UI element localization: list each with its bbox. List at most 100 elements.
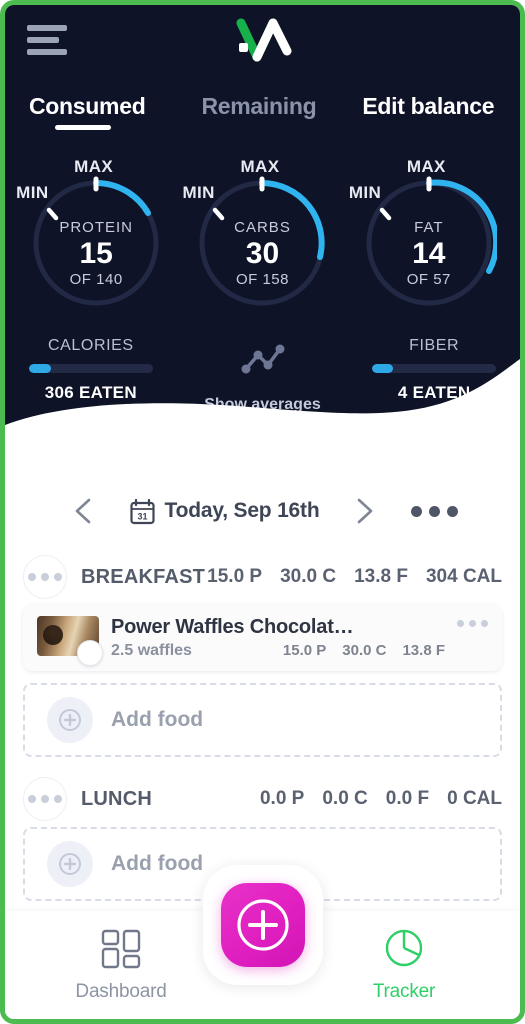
dot [41, 573, 49, 581]
tab-active-underline [55, 125, 111, 130]
meal-name-lunch: LUNCH [81, 787, 152, 810]
dot [481, 620, 488, 627]
summary-panel: Consumed Remaining Edit balance MAX MIN [5, 5, 520, 475]
ring-carbs-name: CARBS [234, 219, 291, 236]
ring-fat-readout: FAT 14 OF 57 [361, 219, 497, 288]
ring-protein-value: 15 [79, 237, 113, 270]
meal-name-breakfast: BREAKFAST [81, 565, 206, 588]
calendar-icon: 31 [129, 498, 155, 524]
tab-bar: Consumed Remaining Edit balance [5, 93, 520, 143]
meal-carbs: 0.0 C [322, 788, 368, 809]
calendar-day-number: 31 [137, 511, 147, 521]
meal-carbs: 30.0 C [280, 566, 337, 587]
dot [41, 795, 49, 803]
ring-fat-value: 14 [412, 237, 446, 270]
add-circle-bg [47, 841, 93, 887]
ring-protein-readout: PROTEIN 15 OF 140 [28, 219, 164, 288]
ring-fat-name: FAT [414, 219, 444, 236]
nav-dashboard-label: Dashboard [75, 981, 167, 1002]
add-entry-fab-container [202, 865, 323, 985]
nav-tracker-label: Tracker [372, 981, 436, 1002]
plus-icon [59, 853, 81, 875]
chevron-right-icon[interactable] [347, 494, 381, 528]
current-date-label: Today, Sep 16th [164, 499, 320, 522]
app-logo [236, 18, 291, 62]
food-macros: 15.0 P 30.0 C 13.8 F [283, 642, 445, 659]
stat-calories-title: CALORIES [47, 337, 134, 354]
meal-options-breakfast[interactable] [23, 555, 67, 599]
meal-header-lunch: LUNCH 0.0 P 0.0 C 0.0 F 0 CAL [23, 771, 502, 827]
app-screen: Consumed Remaining Edit balance MAX MIN [0, 0, 525, 1024]
food-options-icon[interactable] [457, 620, 488, 627]
hamburger-menu-icon[interactable] [27, 25, 69, 59]
dot [429, 505, 441, 517]
more-options-icon[interactable] [411, 505, 459, 517]
food-thumbnail [37, 616, 103, 666]
meal-options-lunch[interactable] [23, 777, 67, 821]
date-navigation: 31 Today, Sep 16th [5, 483, 520, 539]
dot [447, 505, 459, 517]
stat-fiber-title: FIBER [409, 337, 460, 354]
plus-circle-icon [236, 899, 289, 951]
tab-edit-balance-label: Edit balance [362, 93, 495, 119]
chevron-left-icon[interactable] [67, 494, 101, 528]
dot [28, 795, 36, 803]
ring-fat-target: OF 57 [406, 270, 451, 288]
nav-dashboard[interactable]: Dashboard [61, 927, 181, 1003]
macro-rings: MAX MIN PROTEIN 15 OF 140 MAX MIN CARBS … [5, 157, 520, 332]
dot [28, 573, 36, 581]
food-item-row[interactable]: Power Waffles Chocolat… 2.5 waffles 15.0… [23, 605, 502, 671]
food-carbs: 30.0 C [342, 642, 387, 659]
meal-protein: 0.0 P [259, 788, 305, 809]
ring-max-label: MAX [406, 157, 446, 176]
food-serving: 2.5 waffles [111, 642, 192, 659]
hamburger-bar [27, 25, 67, 31]
dot [54, 573, 62, 581]
ring-protein[interactable]: MAX MIN PROTEIN 15 OF 140 [16, 157, 176, 332]
food-serving-badge [77, 640, 103, 666]
add-food-label: Add food [111, 852, 204, 875]
ring-carbs-readout: CARBS 30 OF 158 [194, 219, 330, 288]
dot [54, 795, 62, 803]
meal-header-breakfast: BREAKFAST 15.0 P 30.0 C 13.8 F 304 CAL [23, 549, 502, 605]
ring-max-label: MAX [74, 157, 114, 176]
ring-fat[interactable]: MAX MIN FAT 14 OF 57 [349, 157, 509, 332]
ring-carbs-target: OF 158 [235, 270, 289, 288]
food-fat: 13.8 F [402, 642, 445, 659]
ring-protein-name: PROTEIN [59, 219, 133, 236]
date-picker[interactable]: 31 Today, Sep 16th [129, 498, 320, 525]
meal-protein: 15.0 P [207, 566, 263, 587]
tab-remaining[interactable]: Remaining [201, 93, 316, 132]
meal-list: BREAKFAST 15.0 P 30.0 C 13.8 F 304 CAL P… [5, 549, 520, 907]
add-circle-bg [47, 697, 93, 743]
tab-consumed[interactable]: Consumed [29, 93, 146, 132]
hamburger-bar [27, 37, 59, 43]
food-details: Power Waffles Chocolat… 2.5 waffles 15.0… [111, 616, 445, 660]
hamburger-bar [27, 49, 67, 55]
tab-edit-balance[interactable]: Edit balance [362, 93, 494, 132]
dot [469, 620, 476, 627]
food-title: Power Waffles Chocolat… [111, 616, 354, 638]
meal-calories: 304 CAL [425, 566, 502, 587]
add-food-breakfast[interactable]: Add food [23, 683, 502, 757]
meal-fat: 0.0 F [385, 788, 430, 809]
add-entry-fab[interactable] [220, 883, 305, 967]
meal-calories: 0 CAL [447, 788, 502, 809]
top-bar [5, 5, 520, 77]
plus-icon [59, 709, 81, 731]
dashboard-grid-icon [101, 929, 141, 969]
ring-protein-target: OF 140 [69, 270, 123, 288]
food-sub-row: 2.5 waffles 15.0 P 30.0 C 13.8 F [111, 642, 445, 660]
dot [457, 620, 464, 627]
wave-divider [5, 359, 520, 475]
nav-tracker[interactable]: Tracker [344, 927, 464, 1003]
meal-macros-lunch: 0.0 P 0.0 C 0.0 F 0 CAL [260, 788, 502, 810]
meal-macros-breakfast: 15.0 P 30.0 C 13.8 F 304 CAL [207, 566, 502, 588]
add-food-label: Add food [111, 708, 204, 731]
ring-max-label: MAX [240, 157, 280, 176]
food-protein: 15.0 P [282, 642, 327, 659]
meal-fat: 13.8 F [354, 566, 408, 587]
tab-remaining-label: Remaining [201, 93, 317, 119]
ring-carbs[interactable]: MAX MIN CARBS 30 OF 158 [182, 157, 342, 332]
pie-chart-icon [385, 929, 423, 967]
